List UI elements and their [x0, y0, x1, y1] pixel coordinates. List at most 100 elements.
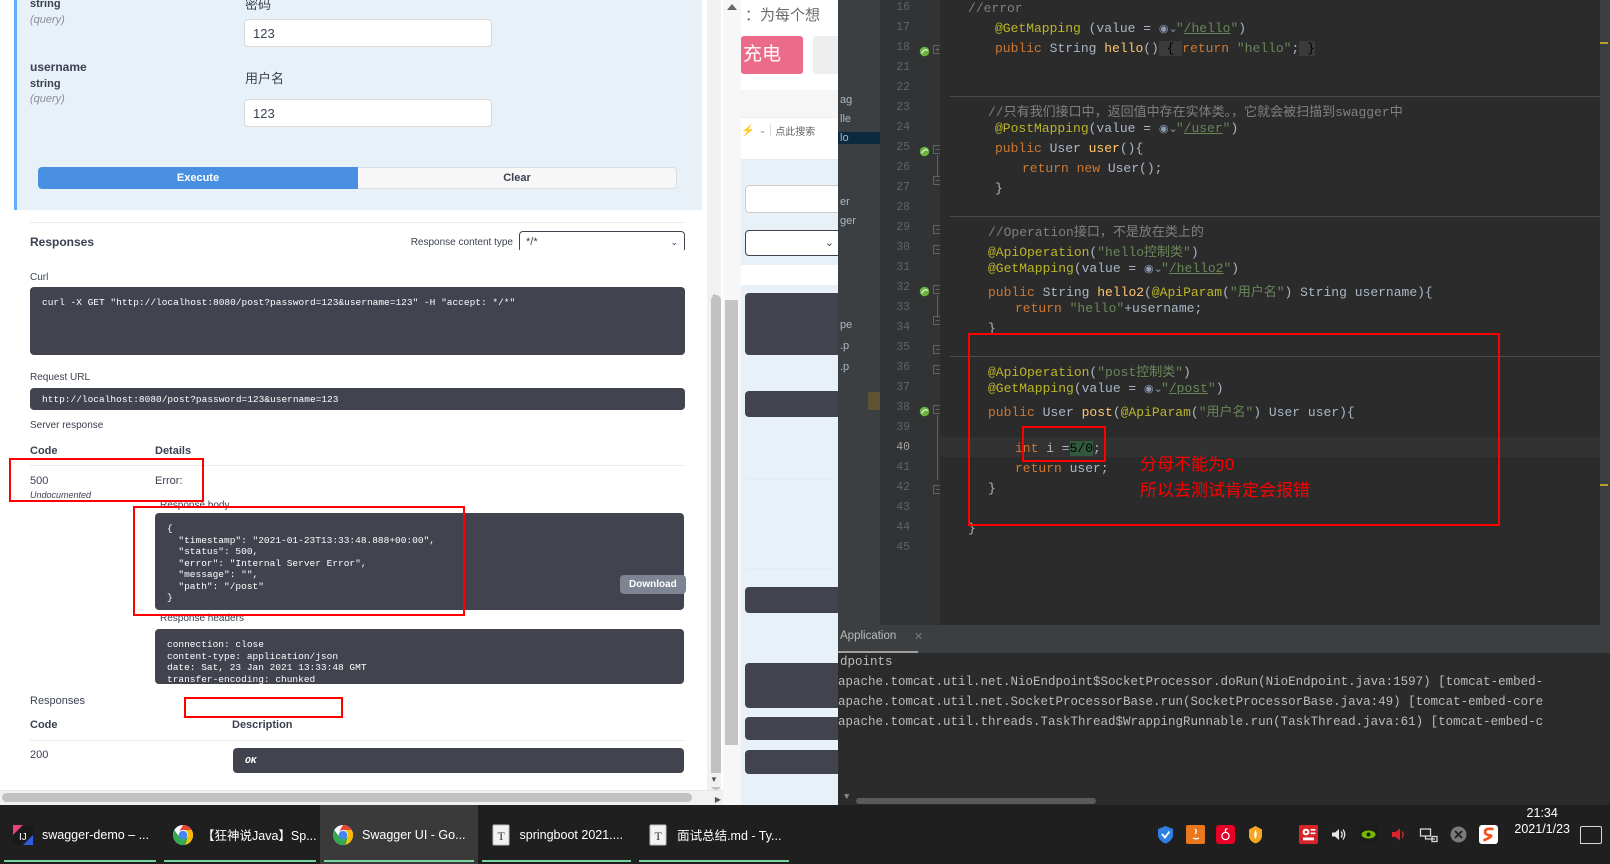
password-input[interactable] — [244, 19, 492, 47]
code-line-17: @GetMapping (value = ◉⌄"/hello") — [995, 21, 1247, 36]
swagger-hscroll-thumb[interactable] — [2, 793, 692, 802]
editor-scrollbar[interactable] — [1600, 0, 1610, 625]
execute-clear-row: Execute Clear — [38, 167, 677, 189]
network-icon[interactable] — [1419, 825, 1439, 844]
response-headers-code-box: connection: close content-type: applicat… — [155, 629, 684, 684]
console-output[interactable]: dpoints apache.tomcat.util.net.NioEndpoi… — [838, 653, 1610, 805]
editor-marker[interactable] — [1600, 42, 1608, 44]
code-line-29: //Operation接口，不是放在类上的 — [988, 225, 1204, 240]
taskbar-spacer — [793, 805, 1156, 864]
scroll-up-arrow-icon[interactable] — [727, 4, 737, 10]
background-scrollbar[interactable] — [723, 0, 741, 805]
swagger-ui-window[interactable]: string (query) 密码 username string (query… — [0, 0, 723, 805]
code-line-42: } — [988, 481, 996, 496]
taskbar-item-chrome-swagger[interactable]: Swagger UI - Go... — [320, 805, 478, 864]
background-code-box — [745, 717, 841, 740]
nvidia-icon[interactable] — [1359, 825, 1379, 844]
console-hscroll-thumb[interactable] — [856, 798, 1096, 804]
clear-button[interactable]: Clear — [358, 167, 677, 189]
line-number: 36 — [896, 361, 910, 374]
speaker-icon[interactable] — [1389, 825, 1408, 844]
taskbar-item-typora-notes[interactable]: T 面试总结.md - Ty... — [635, 805, 793, 864]
close-icon[interactable]: ✕ — [914, 630, 923, 643]
project-tree-item-selected[interactable]: lo — [838, 132, 880, 144]
background-scroll-thumb[interactable] — [725, 300, 738, 745]
sogou-input-icon[interactable] — [1479, 825, 1499, 844]
background-input[interactable] — [745, 185, 841, 213]
close-circle-icon[interactable] — [1449, 825, 1468, 844]
param-type: string — [30, 0, 61, 10]
background-search-row[interactable]: ⚡ ⌄ 点此搜索 — [741, 118, 843, 142]
run-console-panel[interactable]: Application ✕ dpoints apache.tomcat.util… — [838, 625, 1610, 805]
project-tree-item[interactable]: er — [840, 196, 850, 208]
taskbar-item-intellij[interactable]: IJ swagger-demo – ... — [0, 805, 160, 864]
background-band — [741, 265, 843, 285]
param-in: (query) — [30, 14, 65, 26]
console-tab-application[interactable]: Application — [840, 630, 896, 642]
scroll-right-arrow-icon[interactable]: ▶ — [715, 795, 721, 804]
username-input[interactable] — [244, 99, 492, 127]
project-tree-item[interactable]: pe — [840, 319, 852, 331]
download-button[interactable]: Download — [620, 575, 686, 594]
execute-button[interactable]: Execute — [38, 167, 358, 189]
project-tree-marker — [868, 392, 880, 410]
param-name: username — [30, 60, 87, 74]
scroll-down-arrow-icon[interactable]: ▼ — [707, 773, 721, 787]
param-in: (query) — [30, 93, 65, 105]
response-body-code-box: { "timestamp": "2021-01-23T13:33:48.888+… — [155, 513, 684, 610]
desktop-screen: ：为每个想 充电 ⚡ ⌄ 点此搜索 ⌄ string (query) 密码 12… — [0, 0, 1610, 864]
annotation-text-line2: 所以去测试肯定会报错 — [1140, 481, 1310, 500]
volume-icon[interactable] — [1329, 825, 1348, 844]
code-line-33: return "hello"+username; — [1015, 301, 1203, 316]
swagger-horizontal-scrollbar[interactable]: ▶ — [0, 790, 723, 805]
request-url-label: Request URL — [30, 372, 91, 383]
table-separator — [30, 465, 685, 466]
code-line-24: @PostMapping(value = ◉⌄"/user") — [995, 121, 1239, 136]
project-tree-item[interactable]: ag — [840, 94, 852, 106]
console-line: apache.tomcat.util.net.SocketProcessorBa… — [838, 695, 1544, 709]
taskbar-item-underline — [4, 860, 156, 862]
line-number: 27 — [896, 181, 910, 194]
chrome-icon — [172, 824, 194, 846]
chevron-down-icon[interactable]: ⌄ — [759, 125, 767, 136]
intellij-idea-icon: IJ — [12, 824, 34, 846]
console-horizontal-scrollbar[interactable] — [838, 797, 1610, 805]
responses-title: Responses — [30, 235, 95, 249]
line-number: 42 — [896, 481, 910, 494]
taskbar-item-typora-springboot[interactable]: T springboot 2021.... — [478, 805, 636, 864]
code-line-16: //error — [968, 1, 1023, 16]
background-search-placeholder[interactable]: 点此搜索 — [775, 123, 815, 138]
editor-marker[interactable] — [1600, 484, 1608, 486]
windows-taskbar[interactable]: IJ swagger-demo – ... 【狂神说Java】Sp... Swa… — [0, 805, 1610, 864]
notification-area[interactable] — [1580, 805, 1610, 864]
intellij-idea-window[interactable]: ag lle lo er ger pe .p .p 16 17 18 21 22… — [838, 0, 1610, 805]
security-shield-icon[interactable] — [1156, 825, 1175, 844]
background-browser-window[interactable]: ：为每个想 充电 ⚡ ⌄ 点此搜索 ⌄ — [723, 0, 843, 805]
notification-icon[interactable] — [1580, 825, 1602, 844]
spring-bean-icon[interactable] — [919, 44, 930, 57]
background-code-box — [745, 750, 841, 774]
response-body-label: Response body — [160, 500, 230, 511]
spring-bean-icon[interactable] — [919, 284, 930, 297]
taskbar-clock[interactable]: 21:34 2021/1/23 — [1504, 805, 1580, 864]
line-number: 31 — [896, 261, 910, 274]
java-icon[interactable] — [1186, 825, 1206, 844]
spring-bean-icon[interactable] — [919, 404, 930, 417]
flame-icon[interactable] — [1246, 825, 1265, 844]
project-tree-item[interactable]: .p — [840, 340, 849, 352]
background-select[interactable]: ⌄ — [745, 230, 841, 256]
project-tree-item[interactable]: ger — [840, 215, 856, 227]
project-tree-item[interactable]: lle — [840, 113, 851, 125]
project-tree-item[interactable]: .p — [840, 361, 849, 373]
editor-gutter[interactable]: 16 17 18 21 22 23 24 25 26 27 28 29 30 3… — [880, 0, 942, 625]
qq-icon[interactable] — [1299, 825, 1319, 844]
project-tree-panel[interactable]: ag lle lo er ger pe .p .p — [838, 0, 880, 625]
background-pink-button[interactable]: 充电 — [741, 36, 803, 74]
code-line-44: } — [968, 521, 976, 536]
console-tab-bar: Application ✕ — [838, 625, 1610, 653]
netease-music-icon[interactable] — [1216, 825, 1236, 844]
swagger-scroll-thumb[interactable] — [711, 295, 721, 790]
code-editor[interactable]: //error @GetMapping (value = ◉⌄"/hello")… — [940, 0, 1600, 625]
taskbar-item-chrome-kuangshen[interactable]: 【狂神说Java】Sp... — [160, 805, 320, 864]
spring-bean-icon[interactable] — [919, 144, 930, 157]
